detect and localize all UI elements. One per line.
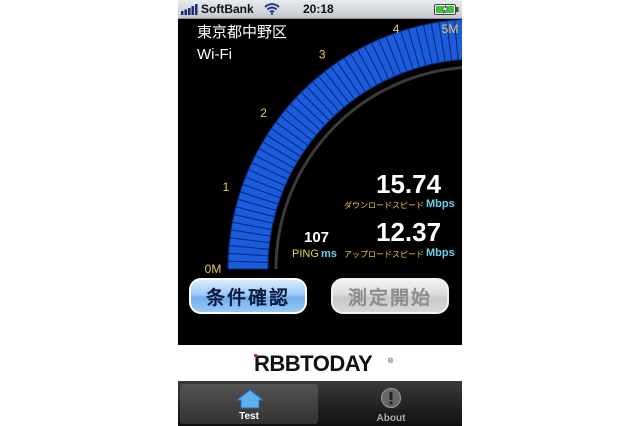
svg-text:®: ® (388, 357, 394, 365)
gauge-tick-label: 3 (319, 48, 326, 62)
phone-screen: SoftBank 20:18 0M 1 2 3 4 5M 東京都中野区 Wi-Fi 15.… (178, 0, 462, 426)
start-measurement-button[interactable]: 測定開始 (331, 278, 449, 314)
battery-icon (434, 4, 459, 15)
download-speed-unit: Mbps (426, 198, 455, 210)
signal-strength-icon (181, 4, 198, 15)
status-bar: SoftBank 20:18 (178, 0, 462, 19)
tab-about[interactable]: About (320, 381, 462, 426)
svg-text:RBBTODAY: RBBTODAY (254, 351, 373, 376)
home-icon (236, 389, 264, 409)
tab-test[interactable]: Test (180, 384, 318, 424)
connection-type: Wi-Fi (197, 46, 232, 63)
tab-about-label: About (376, 413, 406, 424)
ping-value: 107 (304, 229, 330, 246)
ping-label: PING (292, 248, 319, 260)
tab-test-label: Test (239, 411, 259, 422)
gauge-tick-label: 0M (205, 262, 222, 276)
conditions-button[interactable]: 条件確認 (189, 278, 307, 314)
gauge-tick-label: 5M (442, 22, 459, 36)
gauge-tick-label: 4 (393, 22, 400, 36)
ping-unit: ms (321, 248, 337, 260)
upload-speed-unit: Mbps (426, 247, 455, 259)
info-icon (381, 388, 401, 408)
tab-bar: Test About (178, 381, 462, 426)
upload-speed-value: 12.37 (376, 217, 442, 247)
wifi-icon (264, 3, 280, 15)
download-speed-label: ダウンロードスピード (344, 201, 424, 210)
speed-test-screen: 0M 1 2 3 4 5M 東京都中野区 Wi-Fi 15.74 ダウンロードスピード M… (178, 19, 462, 345)
location-label: 東京都中野区 (197, 23, 288, 41)
logo-banner[interactable]: RBBTODAY ® (178, 345, 462, 381)
gauge-tick-label: 2 (260, 106, 267, 120)
rbbtoday-logo: RBBTODAY ® (254, 351, 394, 376)
download-speed-value: 15.74 (376, 169, 442, 199)
upload-speed-label: アップロードスピード (344, 250, 424, 259)
clock: 20:18 (303, 2, 334, 16)
gauge-tick-label: 1 (223, 180, 230, 194)
carrier-name: SoftBank (201, 2, 254, 16)
